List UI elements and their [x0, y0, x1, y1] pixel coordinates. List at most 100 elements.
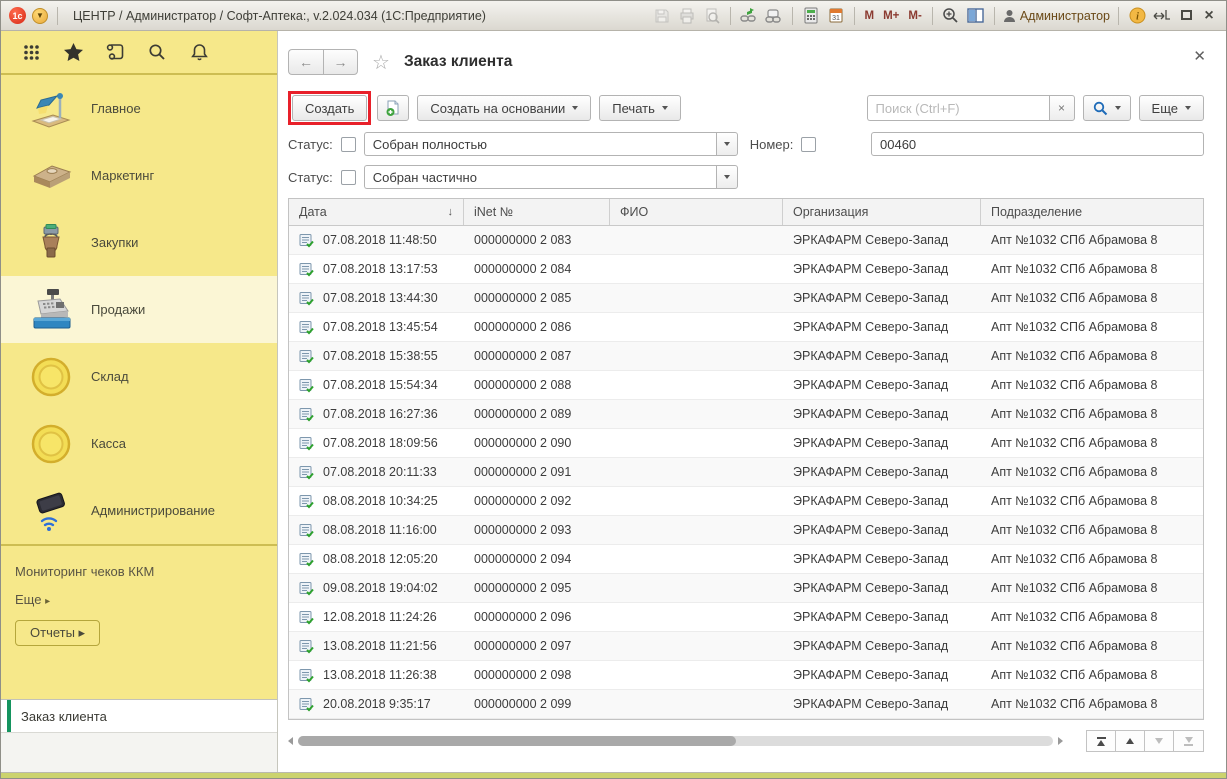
memory-plus-button[interactable]: M+	[881, 10, 901, 22]
open-window-label: Заказ клиента	[21, 709, 107, 724]
sidebar-item-administrirovanie[interactable]: Администрирование	[1, 477, 277, 544]
create-based-on-button[interactable]: Создать на основании	[417, 95, 591, 121]
forward-button[interactable]: →	[323, 49, 358, 75]
status-input-1[interactable]	[364, 132, 716, 156]
table-row[interactable]: 07.08.2018 15:54:34 000000000 2 088 ЭРКА…	[289, 371, 1203, 400]
table-row[interactable]: 07.08.2018 11:48:50 000000000 2 083 ЭРКА…	[289, 226, 1203, 255]
search-input[interactable]	[867, 95, 1049, 121]
print-menu-button[interactable]: Печать	[599, 95, 681, 121]
go-to-link-icon[interactable]	[764, 6, 784, 26]
search-icon	[1093, 101, 1108, 116]
status-checkbox-2[interactable]	[341, 170, 356, 185]
scrollbar-thumb[interactable]	[298, 736, 736, 746]
memory-minus-button[interactable]: M-	[906, 10, 923, 22]
table-row[interactable]: 13.08.2018 11:26:38 000000000 2 098 ЭРКА…	[289, 661, 1203, 690]
scroll-left-icon[interactable]	[288, 737, 293, 745]
column-header-inet[interactable]: iNet №	[464, 199, 610, 225]
copy-document-button[interactable]	[377, 95, 409, 121]
table-row[interactable]: 08.08.2018 12:05:20 000000000 2 094 ЭРКА…	[289, 545, 1203, 574]
sidebar-item-prodazhi[interactable]: Продажи	[1, 276, 277, 343]
sidebar-link-monitoring[interactable]: Мониторинг чеков ККМ	[15, 564, 277, 579]
sidebar-link-more[interactable]: Еще ▸	[15, 592, 277, 607]
number-checkbox[interactable]	[801, 137, 816, 152]
save-icon[interactable]	[652, 6, 672, 26]
document-posted-icon	[299, 523, 314, 538]
sidebar-item-glavnoe[interactable]: Главное	[1, 75, 277, 142]
history-scroll-icon[interactable]	[105, 42, 125, 62]
table-row[interactable]: 08.08.2018 10:34:25 000000000 2 092 ЭРКА…	[289, 487, 1203, 516]
memory-recall-button[interactable]: M	[863, 10, 877, 22]
table-row[interactable]: 20.08.2018 9:35:17 000000000 2 099 ЭРКАФ…	[289, 690, 1203, 719]
open-window-tab[interactable]: Заказ клиента	[1, 700, 277, 733]
coin-icon	[23, 419, 79, 469]
sidebar-item-marketing[interactable]: Маркетинг	[1, 142, 277, 209]
previous-row-button[interactable]	[1116, 731, 1145, 751]
horizontal-scrollbar[interactable]	[298, 736, 1053, 746]
table-row[interactable]: 12.08.2018 11:24:26 000000000 2 096 ЭРКА…	[289, 603, 1203, 632]
titlebar-separator	[57, 7, 58, 25]
table-row[interactable]: 07.08.2018 15:38:55 000000000 2 087 ЭРКА…	[289, 342, 1203, 371]
window-size-icon[interactable]	[1152, 6, 1172, 26]
column-header-division[interactable]: Подразделение	[981, 199, 1203, 225]
go-to-first-row-button[interactable]	[1087, 731, 1116, 751]
system-menu-dropdown-icon[interactable]: ▼	[32, 8, 48, 24]
clear-search-icon[interactable]: ×	[1049, 95, 1075, 121]
status-dropdown-1[interactable]	[716, 132, 738, 156]
table-row[interactable]: 08.08.2018 11:16:00 000000000 2 093 ЭРКА…	[289, 516, 1203, 545]
column-header-date[interactable]: Дата↓	[289, 199, 464, 225]
app-logo-1c-icon[interactable]: 1с	[9, 7, 26, 24]
order-inet-number: 000000000 2 094	[474, 552, 571, 566]
calendar-icon[interactable]: 31	[826, 6, 846, 26]
table-row[interactable]: 07.08.2018 13:17:53 000000000 2 084 ЭРКА…	[289, 255, 1203, 284]
status-dropdown-2[interactable]	[716, 165, 738, 189]
split-view-icon[interactable]	[966, 6, 986, 26]
close-window-button[interactable]: ×	[1200, 7, 1218, 25]
table-row[interactable]: 13.08.2018 11:21:56 000000000 2 097 ЭРКА…	[289, 632, 1203, 661]
sidebar-item-sklad[interactable]: Склад	[1, 343, 277, 410]
column-header-org[interactable]: Организация	[783, 199, 981, 225]
table-row[interactable]: 09.08.2018 19:04:02 000000000 2 095 ЭРКА…	[289, 574, 1203, 603]
print-icon[interactable]	[677, 6, 697, 26]
reports-button[interactable]: Отчеты ▸	[15, 620, 100, 646]
advanced-search-button[interactable]	[1083, 95, 1131, 121]
print-preview-icon[interactable]	[702, 6, 722, 26]
go-to-last-row-button[interactable]	[1174, 731, 1203, 751]
sidebar-item-kassa[interactable]: Касса	[1, 410, 277, 477]
order-division: Апт №1032 СПб Абрамова 8	[991, 291, 1157, 305]
favorite-star-icon[interactable]: ☆	[372, 50, 390, 75]
column-header-fio[interactable]: ФИО	[610, 199, 783, 225]
order-organization: ЭРКАФАРМ Северо-Запад	[793, 262, 948, 276]
maximize-button[interactable]	[1177, 8, 1195, 23]
order-date: 07.08.2018 13:45:54	[323, 320, 438, 334]
sidebar-item-zakupki[interactable]: Закупки	[1, 209, 277, 276]
table-row[interactable]: 07.08.2018 16:27:36 000000000 2 089 ЭРКА…	[289, 400, 1203, 429]
more-button[interactable]: Еще	[1139, 95, 1204, 121]
order-organization: ЭРКАФАРМ Северо-Запад	[793, 436, 948, 450]
order-date: 08.08.2018 10:34:25	[323, 494, 438, 508]
table-row[interactable]: 07.08.2018 13:45:54 000000000 2 086 ЭРКА…	[289, 313, 1203, 342]
create-button[interactable]: Создать	[292, 95, 367, 121]
table-row[interactable]: 07.08.2018 18:09:56 000000000 2 090 ЭРКА…	[289, 429, 1203, 458]
search-icon[interactable]	[147, 42, 167, 62]
favorites-star-icon[interactable]	[63, 42, 83, 62]
current-user-button[interactable]: Администратор	[1003, 9, 1110, 23]
calculator-icon[interactable]	[801, 6, 821, 26]
row-navigation-buttons	[1086, 730, 1204, 752]
titlebar-separator	[1118, 7, 1119, 25]
info-icon[interactable]: i	[1127, 6, 1147, 26]
zoom-in-icon[interactable]	[941, 6, 961, 26]
table-row[interactable]: 07.08.2018 20:11:33 000000000 2 091 ЭРКА…	[289, 458, 1203, 487]
number-input[interactable]	[871, 132, 1204, 156]
next-row-button[interactable]	[1145, 731, 1174, 751]
status-checkbox-1[interactable]	[341, 137, 356, 152]
status-input-2[interactable]	[364, 165, 716, 189]
notifications-bell-icon[interactable]	[189, 42, 209, 62]
get-link-icon[interactable]	[739, 6, 759, 26]
scroll-right-icon[interactable]	[1058, 737, 1063, 745]
back-button[interactable]: ←	[288, 49, 323, 75]
close-form-icon[interactable]: ✕	[1193, 49, 1206, 64]
table-row[interactable]: 07.08.2018 13:44:30 000000000 2 085 ЭРКА…	[289, 284, 1203, 313]
chevron-down-icon	[572, 106, 578, 110]
order-inet-number: 000000000 2 084	[474, 262, 571, 276]
main-menu-grid-icon[interactable]	[21, 42, 41, 62]
